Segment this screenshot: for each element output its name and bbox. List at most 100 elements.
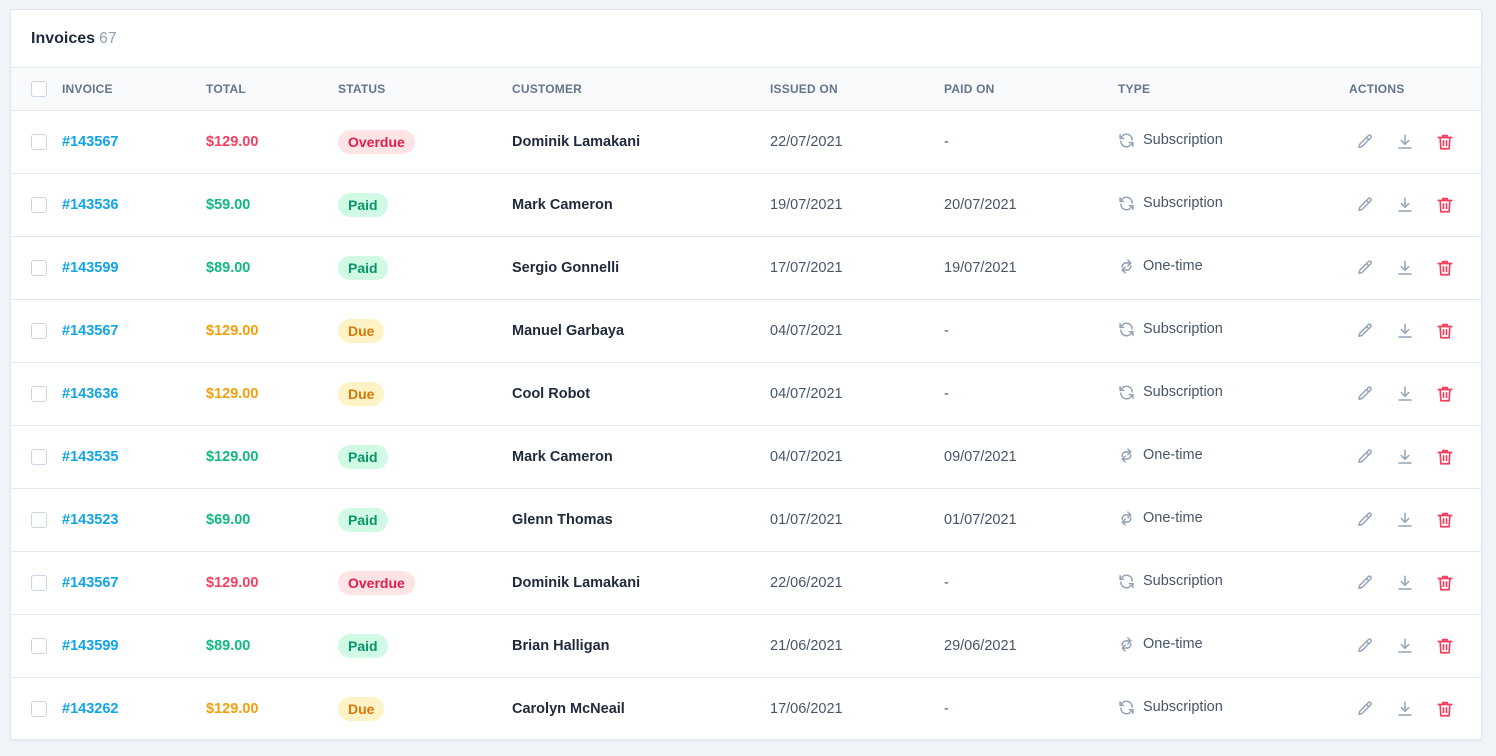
invoice-link[interactable]: #143523 (62, 512, 118, 528)
invoice-link[interactable]: #143262 (62, 701, 118, 717)
invoice-link[interactable]: #143567 (62, 134, 118, 150)
paid-on-cell: 19/07/2021 (944, 237, 1118, 300)
delete-icon[interactable] (1435, 133, 1454, 152)
status-cell: Paid (338, 489, 512, 552)
download-icon[interactable] (1395, 511, 1414, 530)
invoice-total: $129.00 (206, 323, 259, 339)
status-badge: Due (338, 382, 385, 406)
paid-on-cell: - (944, 111, 1118, 174)
invoice-type: One-time (1118, 447, 1203, 464)
edit-icon[interactable] (1355, 448, 1374, 467)
delete-icon[interactable] (1435, 196, 1454, 215)
edit-icon[interactable] (1355, 511, 1374, 530)
paid-on-date: - (944, 386, 949, 402)
row-checkbox[interactable] (31, 449, 47, 465)
row-checkbox[interactable] (31, 512, 47, 528)
delete-icon[interactable] (1435, 637, 1454, 656)
row-checkbox[interactable] (31, 575, 47, 591)
customer-name: Cool Robot (512, 386, 591, 402)
row-select-cell (11, 489, 62, 552)
row-actions (1349, 385, 1481, 404)
delete-icon[interactable] (1435, 385, 1454, 404)
row-select-cell (11, 426, 62, 489)
issued-on-date: 22/07/2021 (770, 134, 843, 150)
download-icon[interactable] (1395, 385, 1414, 404)
column-header-status[interactable]: Status (338, 68, 512, 111)
row-select-cell (11, 363, 62, 426)
column-header-issued-on[interactable]: Issued on (770, 68, 944, 111)
customer-name: Dominik Lamakani (512, 575, 641, 591)
edit-icon[interactable] (1355, 700, 1374, 719)
row-checkbox[interactable] (31, 260, 47, 276)
invoice-type: Subscription (1118, 384, 1223, 401)
column-header-type[interactable]: Type (1118, 68, 1349, 111)
type-label: One-time (1143, 258, 1203, 274)
row-actions (1349, 133, 1481, 152)
status-cell: Paid (338, 426, 512, 489)
row-select-cell (11, 615, 62, 678)
edit-icon[interactable] (1355, 637, 1374, 656)
paid-on-cell: - (944, 678, 1118, 740)
paid-on-date: 19/07/2021 (944, 260, 1017, 276)
paid-on-date: - (944, 701, 949, 718)
edit-icon[interactable] (1355, 196, 1374, 215)
download-icon[interactable] (1395, 448, 1414, 467)
row-checkbox[interactable] (31, 134, 47, 150)
invoice-link[interactable]: #143567 (62, 323, 118, 339)
download-icon[interactable] (1395, 133, 1414, 152)
delete-icon[interactable] (1435, 448, 1454, 467)
edit-icon[interactable] (1355, 133, 1374, 152)
invoice-link[interactable]: #143636 (62, 386, 118, 402)
download-icon[interactable] (1395, 196, 1414, 215)
download-icon[interactable] (1395, 700, 1414, 719)
download-icon[interactable] (1395, 637, 1414, 656)
invoices-card: Invoices 67 Invoice Total Status Custome… (10, 9, 1482, 740)
delete-icon[interactable] (1435, 574, 1454, 593)
download-icon[interactable] (1395, 259, 1414, 278)
edit-icon[interactable] (1355, 322, 1374, 341)
invoice-link[interactable]: #143599 (62, 638, 118, 654)
customer-name: Mark Cameron (512, 449, 613, 465)
delete-icon[interactable] (1435, 700, 1454, 719)
row-checkbox[interactable] (31, 323, 47, 339)
column-header-paid-on[interactable]: Paid on (944, 68, 1118, 111)
invoice-link[interactable]: #143599 (62, 260, 118, 276)
actions-cell (1349, 678, 1481, 740)
customer-cell: Manuel Garbaya (512, 300, 770, 363)
column-header-total[interactable]: Total (206, 68, 338, 111)
row-checkbox[interactable] (31, 386, 47, 402)
issued-on-cell: 04/07/2021 (770, 363, 944, 426)
edit-icon[interactable] (1355, 574, 1374, 593)
row-checkbox[interactable] (31, 638, 47, 654)
row-actions (1349, 700, 1481, 719)
row-select-cell (11, 552, 62, 615)
select-all-checkbox[interactable] (31, 81, 47, 97)
total-cell: $69.00 (206, 489, 338, 552)
column-header-invoice[interactable]: Invoice (62, 68, 206, 111)
row-actions (1349, 637, 1481, 656)
download-icon[interactable] (1395, 574, 1414, 593)
paid-on-date: - (944, 134, 949, 150)
status-cell: Due (338, 363, 512, 426)
edit-icon[interactable] (1355, 259, 1374, 278)
invoice-link[interactable]: #143536 (62, 197, 118, 213)
invoice-link[interactable]: #143567 (62, 575, 118, 591)
delete-icon[interactable] (1435, 511, 1454, 530)
invoice-type: One-time (1118, 510, 1203, 527)
paid-on-cell: 01/07/2021 (944, 489, 1118, 552)
row-actions (1349, 259, 1481, 278)
row-checkbox[interactable] (31, 701, 47, 718)
invoice-link[interactable]: #143535 (62, 449, 118, 465)
status-badge: Overdue (338, 571, 415, 595)
edit-icon[interactable] (1355, 385, 1374, 404)
total-cell: $129.00 (206, 111, 338, 174)
column-header-customer[interactable]: Customer (512, 68, 770, 111)
row-checkbox[interactable] (31, 197, 47, 213)
delete-icon[interactable] (1435, 322, 1454, 341)
invoice-cell: #143536 (62, 174, 206, 237)
type-cell: Subscription (1118, 552, 1349, 615)
delete-icon[interactable] (1435, 259, 1454, 278)
status-cell: Overdue (338, 111, 512, 174)
table-row: #143567 $129.00 Overdue Dominik Lamakani… (11, 552, 1481, 615)
download-icon[interactable] (1395, 322, 1414, 341)
